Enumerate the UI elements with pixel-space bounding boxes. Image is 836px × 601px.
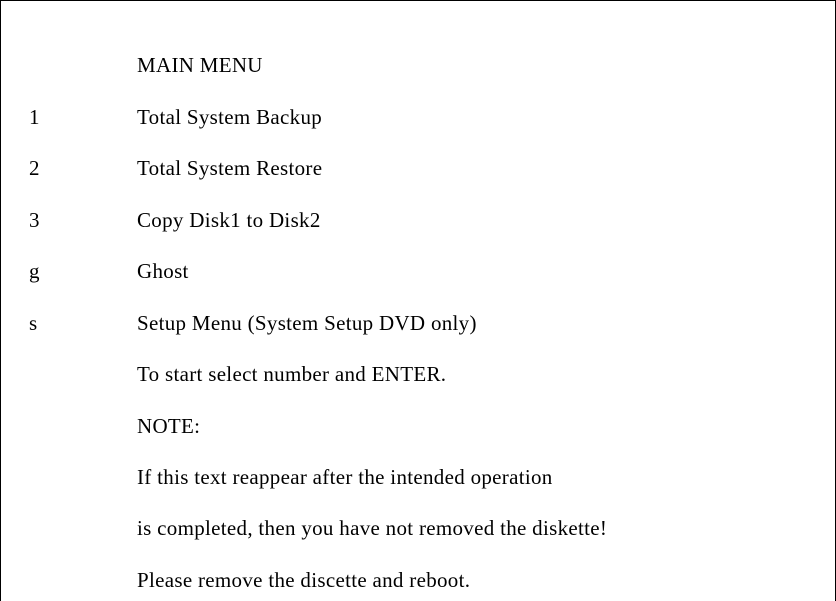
main-menu-title: MAIN MENU: [137, 53, 263, 77]
menu-item-key: 1: [29, 105, 40, 129]
note-line: is completed, then you have not removed …: [137, 516, 608, 540]
menu-item-label: Ghost: [137, 259, 189, 283]
menu-item-key: s: [29, 311, 38, 335]
menu-item-label: Total System Restore: [137, 156, 323, 180]
instruction-text: To start select number and ENTER.: [137, 362, 447, 386]
note-line: Please remove the discette and reboot.: [137, 568, 471, 592]
menu-screen: MAIN MENU 1 Total System Backup 2 Total …: [0, 0, 836, 601]
menu-item-key: 3: [29, 208, 40, 232]
note-line: If this text reappear after the intended…: [137, 465, 553, 489]
menu-item-label: Copy Disk1 to Disk2: [137, 208, 321, 232]
note-heading: NOTE:: [137, 414, 201, 438]
menu-item-label: Setup Menu (System Setup DVD only): [137, 311, 477, 335]
menu-item-key: 2: [29, 156, 40, 180]
menu-item-label: Total System Backup: [137, 105, 323, 129]
menu-item-key: g: [29, 259, 40, 283]
